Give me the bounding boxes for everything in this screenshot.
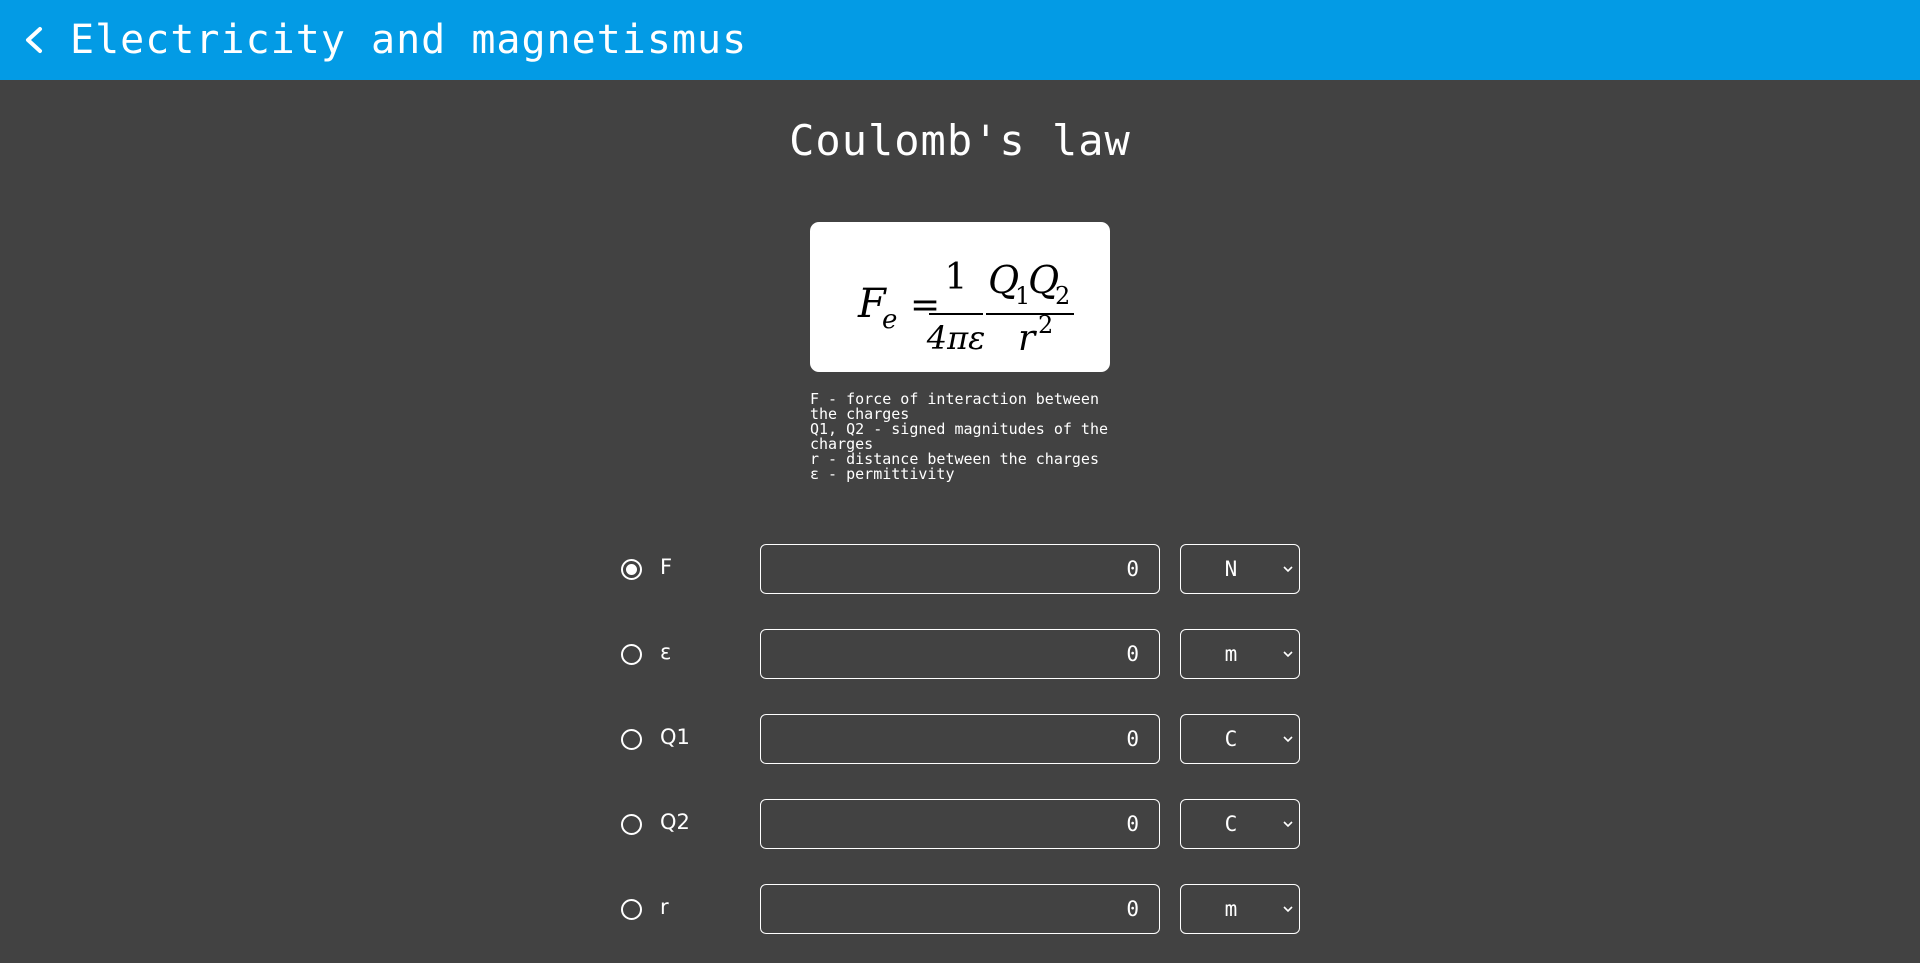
legend-line: Q1, Q2 - signed magnitudes of the charge… (810, 420, 1118, 453)
variable-label-q1: Q1 (660, 725, 690, 749)
variable-label-q2: Q2 (660, 810, 690, 834)
value-input-q1[interactable] (760, 714, 1160, 764)
radio-q2[interactable] (621, 814, 642, 835)
variable-label-epsilon: ε (660, 640, 672, 664)
chevron-down-icon (1283, 821, 1293, 828)
unit-select-value: m (1224, 642, 1238, 666)
value-input-r[interactable] (760, 884, 1160, 934)
radio-r[interactable] (621, 899, 642, 920)
value-input-epsilon[interactable] (760, 629, 1160, 679)
chevron-down-icon (1283, 906, 1293, 913)
unit-select-value: C (1224, 812, 1238, 836)
chevron-down-icon (1283, 566, 1293, 573)
variable-row-q1: Q1 C (620, 714, 1300, 764)
unit-select-f[interactable]: N (1180, 544, 1300, 594)
app-bar-title: Electricity and magnetismus (70, 17, 748, 63)
variable-row-epsilon: ε m (620, 629, 1300, 679)
page-title: Coulomb's law (789, 116, 1131, 165)
unit-select-value: N (1224, 557, 1238, 581)
variable-label-f: F (660, 555, 673, 579)
value-input-f[interactable] (760, 544, 1160, 594)
variable-row-r: r m (620, 884, 1300, 934)
unit-select-value: C (1224, 727, 1238, 751)
chevron-down-icon (1283, 651, 1293, 658)
unit-select-q2[interactable]: C (1180, 799, 1300, 849)
radio-q1[interactable] (621, 729, 642, 750)
formula-frac1-denominator: 4πε (926, 319, 986, 357)
legend-line: F - force of interaction between the cha… (810, 390, 1109, 423)
formula-frac1-numerator: 1 (945, 257, 968, 298)
chevron-left-icon (26, 27, 42, 53)
unit-select-r[interactable]: m (1180, 884, 1300, 934)
variable-row-q2: Q2 C (620, 799, 1300, 849)
radio-f[interactable] (621, 559, 642, 580)
formula-q2-sub: 2 (1055, 282, 1070, 310)
unit-select-epsilon[interactable]: m (1180, 629, 1300, 679)
formula-card: F e = 1 4πε Q 1 Q 2 r 2 (810, 222, 1110, 372)
coulomb-formula: F e = 1 4πε Q 1 Q 2 r 2 (857, 257, 1074, 357)
variable-legend: F - force of interaction between the cha… (810, 392, 1130, 482)
chevron-down-icon (1283, 736, 1293, 743)
radio-epsilon[interactable] (621, 644, 642, 665)
unit-select-q1[interactable]: C (1180, 714, 1300, 764)
variable-row-f: F N (620, 544, 1300, 594)
legend-line: ε - permittivity (810, 465, 955, 483)
value-input-q2[interactable] (760, 799, 1160, 849)
formula-lhs-sub: e (882, 305, 897, 335)
variable-label-r: r (660, 895, 669, 919)
formula-r: r (1018, 318, 1037, 357)
formula-r-sup: 2 (1038, 311, 1053, 339)
unit-select-value: m (1224, 897, 1238, 921)
back-button[interactable] (12, 17, 58, 63)
app-bar: Electricity and magnetismus (0, 0, 1920, 80)
